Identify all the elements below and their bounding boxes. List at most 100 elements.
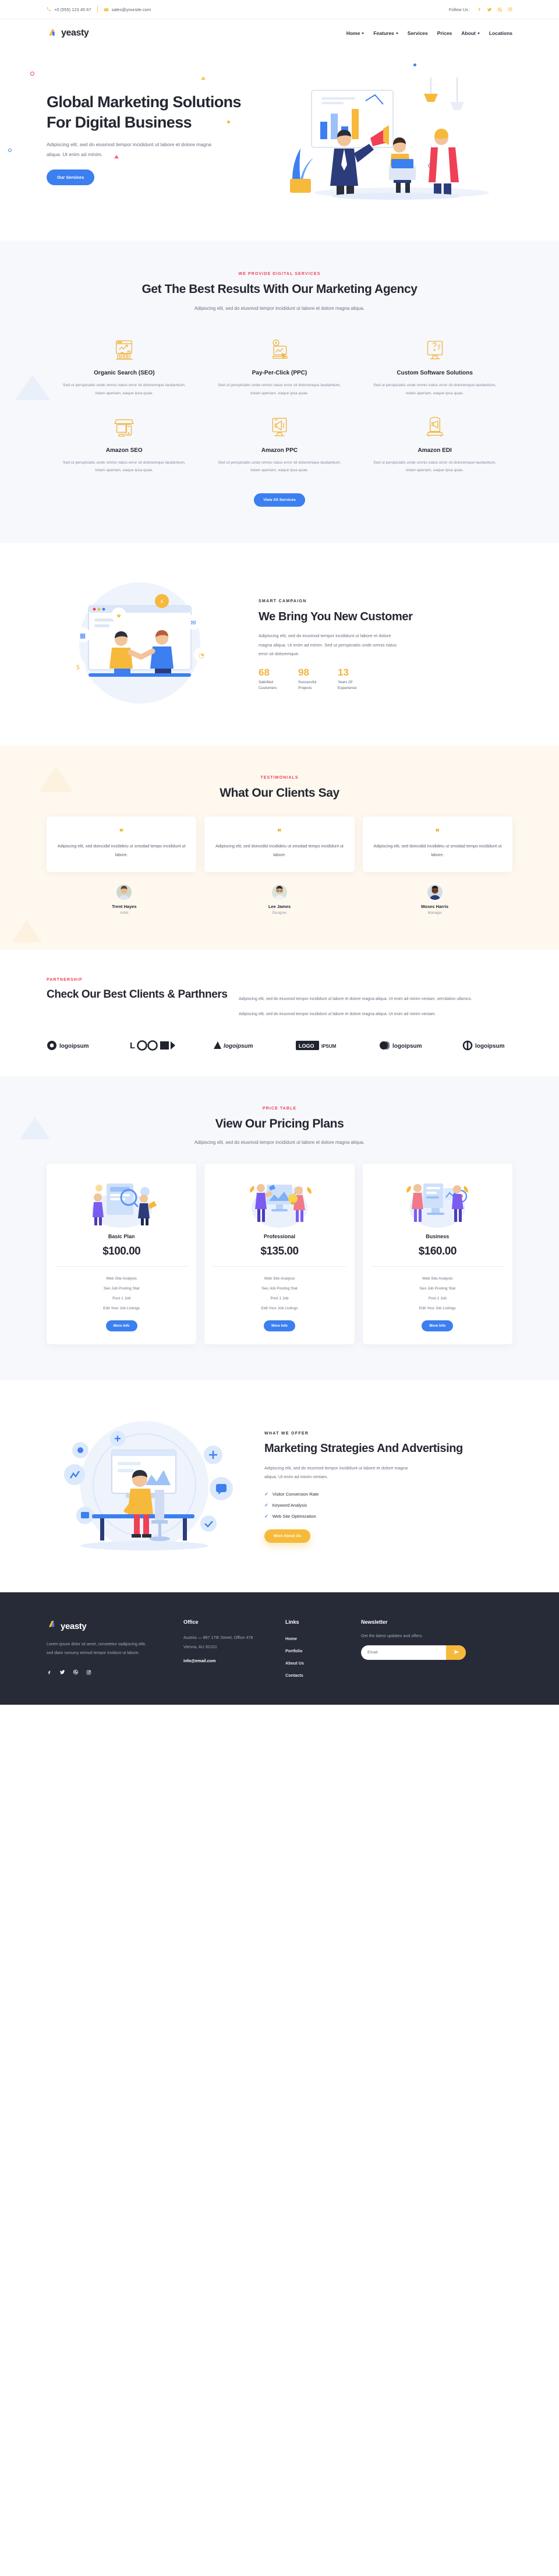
chevron-down-icon: [395, 32, 398, 34]
twitter-icon[interactable]: [487, 7, 492, 12]
svg-text:L: L: [130, 1041, 135, 1051]
plan-name: Basic Plan: [108, 1234, 135, 1240]
instagram-icon[interactable]: [86, 1667, 91, 1678]
testimonial-author: Lee James Designer: [202, 885, 358, 915]
pricing-subtitle: Adipiscing elit, sed do eiusmod tempor i…: [194, 1140, 365, 1146]
hero-cta-button[interactable]: Our Services: [47, 169, 95, 185]
svg-text:IPSUM: IPSUM: [321, 1044, 337, 1049]
instagram-icon[interactable]: [508, 7, 512, 12]
svg-text:◔: ◔: [199, 652, 204, 659]
decor-ring-red: [30, 72, 34, 76]
testimonial-text: Adipiscing elit, sed doincidid incididei…: [215, 843, 344, 858]
partners-paragraph-2: Adipiscing elit, sed do eiusmod tempor i…: [239, 1012, 436, 1017]
service-card[interactable]: Amazon EDI Sed ut perspiciatis unde omni…: [357, 407, 512, 485]
twitter-icon[interactable]: [59, 1667, 65, 1678]
footer-email[interactable]: info@email.com: [183, 1658, 285, 1663]
hero-illustration: [256, 77, 512, 200]
partner-logos: logoipsum L logoipsum LOGO IPSUM logoipsu…: [47, 1039, 512, 1052]
more-about-us-button[interactable]: More About Us: [264, 1529, 310, 1543]
seo-chart-icon: [61, 337, 188, 363]
partner-logo-5[interactable]: logoipsum: [379, 1039, 429, 1052]
plan-feature: Edit Your Job Listings: [103, 1306, 140, 1311]
newsletter-form: [361, 1645, 466, 1660]
svg-text:logoipsum: logoipsum: [59, 1043, 89, 1050]
logo-mark-icon: [47, 27, 58, 39]
campaign-section: ★ ▦ $ ✉ ◔ ⚡ SMART CAMPAIGN We Bring You …: [0, 543, 559, 745]
stat-label: Satisfied Customers: [259, 680, 277, 690]
service-card[interactable]: Amazon PPC Sed ut perspiciatis unde omni…: [202, 407, 358, 485]
nav-label: Locations: [489, 30, 512, 36]
nav-item-features[interactable]: Features: [373, 30, 398, 36]
check-label: Keyword Analysis: [272, 1502, 307, 1508]
partners-eyebrow: PARTNERSHIP: [47, 978, 83, 983]
footer-link-contacts[interactable]: Contacts: [285, 1669, 361, 1681]
decor-dot-blue: [413, 63, 416, 66]
decor-triangle-bg: [15, 374, 50, 400]
nav-label: Features: [373, 30, 394, 36]
service-desc: Sed ut perspiciatis unde omnis natus err…: [373, 460, 497, 473]
plan-illustration: [55, 1174, 188, 1229]
partner-logo-6[interactable]: logoipsum: [462, 1039, 512, 1052]
partner-logo-3[interactable]: logoipsum: [212, 1039, 262, 1052]
service-card[interactable]: Pay-Per-Click (PPC) Sed ut perspiciatis …: [202, 330, 358, 407]
nav-item-prices[interactable]: Prices: [437, 30, 452, 36]
partners-section: PARTNERSHIP Check Our Best Clients & Par…: [0, 950, 559, 1076]
service-desc: Sed ut perspiciatis unde omnis natus err…: [218, 383, 341, 395]
stat-label: Years Of Experience: [338, 680, 357, 690]
offer-description: Adipiscing elit, sed do eiusmod tempor i…: [264, 1465, 408, 1479]
service-card[interactable]: Custom Software Solutions Sed ut perspic…: [357, 330, 512, 407]
author-role: Designer: [272, 911, 287, 916]
facebook-icon[interactable]: [477, 7, 482, 12]
nav-item-services[interactable]: Services: [408, 30, 428, 36]
plan-price: $100.00: [102, 1245, 141, 1258]
phone-contact[interactable]: +0 (555) 123 45 67: [47, 7, 91, 12]
announce-icon: [371, 414, 498, 441]
nav-item-about[interactable]: About: [461, 30, 480, 36]
footer-link-home[interactable]: Home: [285, 1632, 361, 1645]
send-icon: [453, 1648, 459, 1657]
pricing-card[interactable]: Professional $135.00 Web Site Analysis S…: [204, 1164, 355, 1345]
pricing-card[interactable]: Business $160.00 Web Site Analysis Seo J…: [362, 1164, 512, 1345]
partner-logo-1[interactable]: logoipsum: [47, 1039, 97, 1052]
plan-cta-button[interactable]: More Info: [105, 1320, 137, 1332]
stat-item: 98 Successful Projects: [298, 667, 328, 691]
nav-item-locations[interactable]: Locations: [489, 30, 512, 36]
nav-item-home[interactable]: Home: [346, 30, 365, 36]
view-all-services-button[interactable]: View All Services: [254, 493, 305, 507]
dribbble-icon[interactable]: [73, 1667, 79, 1678]
nav-menu: Home Features Services Prices About Loca…: [346, 30, 512, 36]
offer-check-item: ✓ Visitor Conversion Rate: [264, 1489, 512, 1500]
service-card[interactable]: Amazon SEO Sed ut perspiciatis unde omni…: [47, 407, 202, 485]
plan-cta-button[interactable]: More Info: [422, 1320, 454, 1332]
plan-feature: Edit Your Job Listings: [419, 1306, 456, 1311]
quote-icon: ❞: [435, 828, 440, 837]
plan-cta-button[interactable]: More Info: [264, 1320, 295, 1332]
footer-logo[interactable]: yeasty: [47, 1619, 183, 1633]
footer-link-portfolio[interactable]: Portfolio: [285, 1645, 361, 1657]
hero-section: Global Marketing Solutions For Digital B…: [0, 47, 559, 241]
svg-text:LOGO: LOGO: [299, 1043, 314, 1049]
footer-links-column: Links Home Portfolio About Us Contacts: [285, 1619, 361, 1681]
pricing-card[interactable]: Basic Plan $100.00 Web Site Analysis Seo…: [47, 1164, 197, 1345]
top-bar: +0 (555) 123 45 67 sales@yoursite.com Fo…: [0, 0, 559, 19]
campaign-description: Adipiscing elit, sed do eiusmod tempor i…: [259, 633, 397, 657]
dribbble-icon[interactable]: [497, 7, 503, 12]
nav-label: About: [461, 30, 476, 36]
service-card[interactable]: Organic Search (SEO) Sed ut perspiciatis…: [47, 330, 202, 407]
author-role: Artist: [120, 911, 129, 916]
site-logo[interactable]: yeasty: [47, 27, 89, 39]
chevron-down-icon: [362, 32, 365, 34]
footer-link-about-us[interactable]: About Us: [285, 1657, 361, 1669]
testimonials-eyebrow: TESTIMONIALS: [260, 776, 299, 780]
footer-newsletter-heading: Newsletter: [361, 1619, 388, 1626]
testimonials-grid: ❞ Adipiscing elit, sed doincidid incidid…: [47, 817, 512, 872]
plan-features: Web Site Analysis Seo Job Posting Stat P…: [55, 1266, 189, 1313]
email-contact[interactable]: sales@yoursite.com: [104, 7, 151, 12]
partner-logo-2[interactable]: L: [130, 1039, 179, 1052]
offer-illustration: [47, 1414, 252, 1560]
facebook-icon[interactable]: [47, 1667, 52, 1678]
newsletter-submit-button[interactable]: [446, 1645, 466, 1660]
newsletter-email-input[interactable]: [361, 1651, 446, 1655]
partner-logo-4[interactable]: LOGO IPSUM: [295, 1039, 346, 1052]
plan-illustration: [371, 1174, 504, 1229]
